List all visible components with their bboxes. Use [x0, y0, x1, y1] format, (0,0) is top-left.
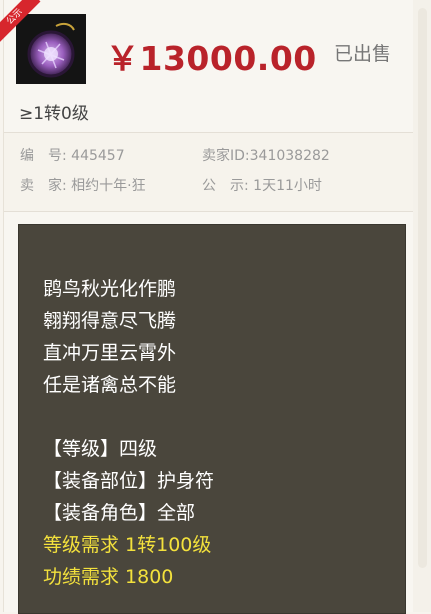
poem-line: 鹍鸟秋光化作鹏: [43, 278, 177, 300]
requirement-line: 功绩需求 1800: [43, 566, 174, 588]
item-description: 鹍鸟秋光化作鹏 翱翔得意尽飞腾 直冲万里云霄外 任是诸禽总不能 【等级】四级 【…: [43, 273, 214, 593]
serial-field: 编 号: 445457: [20, 145, 125, 165]
attribute-line: 【装备部位】护身符: [43, 470, 215, 492]
notice-field: 公 示: 1天11小时: [202, 175, 322, 195]
attribute-line: 【等级】四级: [43, 438, 158, 460]
notice-value: 1天11小时: [253, 178, 322, 194]
seller-value[interactable]: 相约十年·狂: [71, 178, 145, 194]
status-badge: 已出售: [334, 43, 392, 65]
scrollbar-thumb[interactable]: [418, 8, 427, 568]
listing-card: 公示 ￥13000.00 已出售 ≥1转0级 编 号: 445457 卖家ID:…: [0, 0, 414, 614]
listing-info: 编 号: 445457 卖家ID:341038282 卖 家: 相约十年·狂 公…: [4, 132, 413, 212]
level-requirement-text: ≥1转0级: [19, 104, 89, 124]
poem-line: 任是诸禽总不能: [43, 374, 177, 396]
seller-id-field: 卖家ID:341038282: [202, 145, 330, 165]
price-text: ￥13000.00: [106, 39, 317, 78]
attribute-line: 【装备角色】全部: [43, 502, 196, 524]
info-row: 卖 家: 相约十年·狂 公 示: 1天11小时: [4, 175, 413, 201]
listing-header: 公示 ￥13000.00 已出售 ≥1转0级: [0, 0, 413, 128]
item-description-panel: 鹍鸟秋光化作鹏 翱翔得意尽飞腾 直冲万里云霄外 任是诸禽总不能 【等级】四级 【…: [18, 224, 406, 614]
poem-line: 翱翔得意尽飞腾: [43, 310, 177, 332]
info-row: 编 号: 445457 卖家ID:341038282: [4, 145, 413, 171]
seller-id-value: 341038282: [249, 148, 330, 164]
scrollbar[interactable]: [413, 0, 431, 612]
serial-label: 编 号:: [20, 148, 67, 164]
serial-value: 445457: [71, 148, 125, 164]
seller-label: 卖 家:: [20, 178, 67, 194]
amulet-image[interactable]: [16, 14, 86, 84]
amulet-icon: [16, 14, 86, 84]
seller-id-label: 卖家ID:: [202, 148, 250, 164]
seller-field: 卖 家: 相约十年·狂: [20, 175, 146, 195]
poem-line: 直冲万里云霄外: [43, 342, 177, 364]
requirement-line: 等级需求 1转100级: [43, 534, 212, 556]
notice-label: 公 示:: [202, 178, 249, 194]
